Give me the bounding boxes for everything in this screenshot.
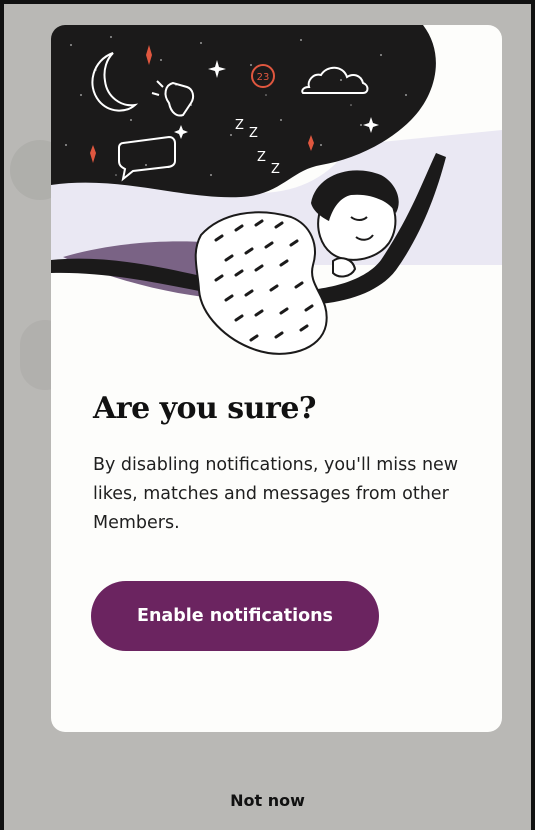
not-now-button[interactable]: Not now [0,790,535,811]
dialog-title: Are you sure? [93,391,316,426]
svg-text:Z: Z [271,162,280,177]
svg-text:Z: Z [257,150,266,165]
enable-notifications-button[interactable]: Enable notifications [91,581,379,651]
svg-text:Z: Z [249,126,258,141]
dialog-body: By disabling notifications, you'll miss … [93,455,459,533]
badge-count: 23 [257,72,270,83]
notification-dialog: 23 ZZ ZZ Are you sure? By disabling noti… [51,25,502,732]
svg-text:Z: Z [235,118,244,133]
sleeping-illustration: 23 ZZ ZZ [51,25,502,355]
